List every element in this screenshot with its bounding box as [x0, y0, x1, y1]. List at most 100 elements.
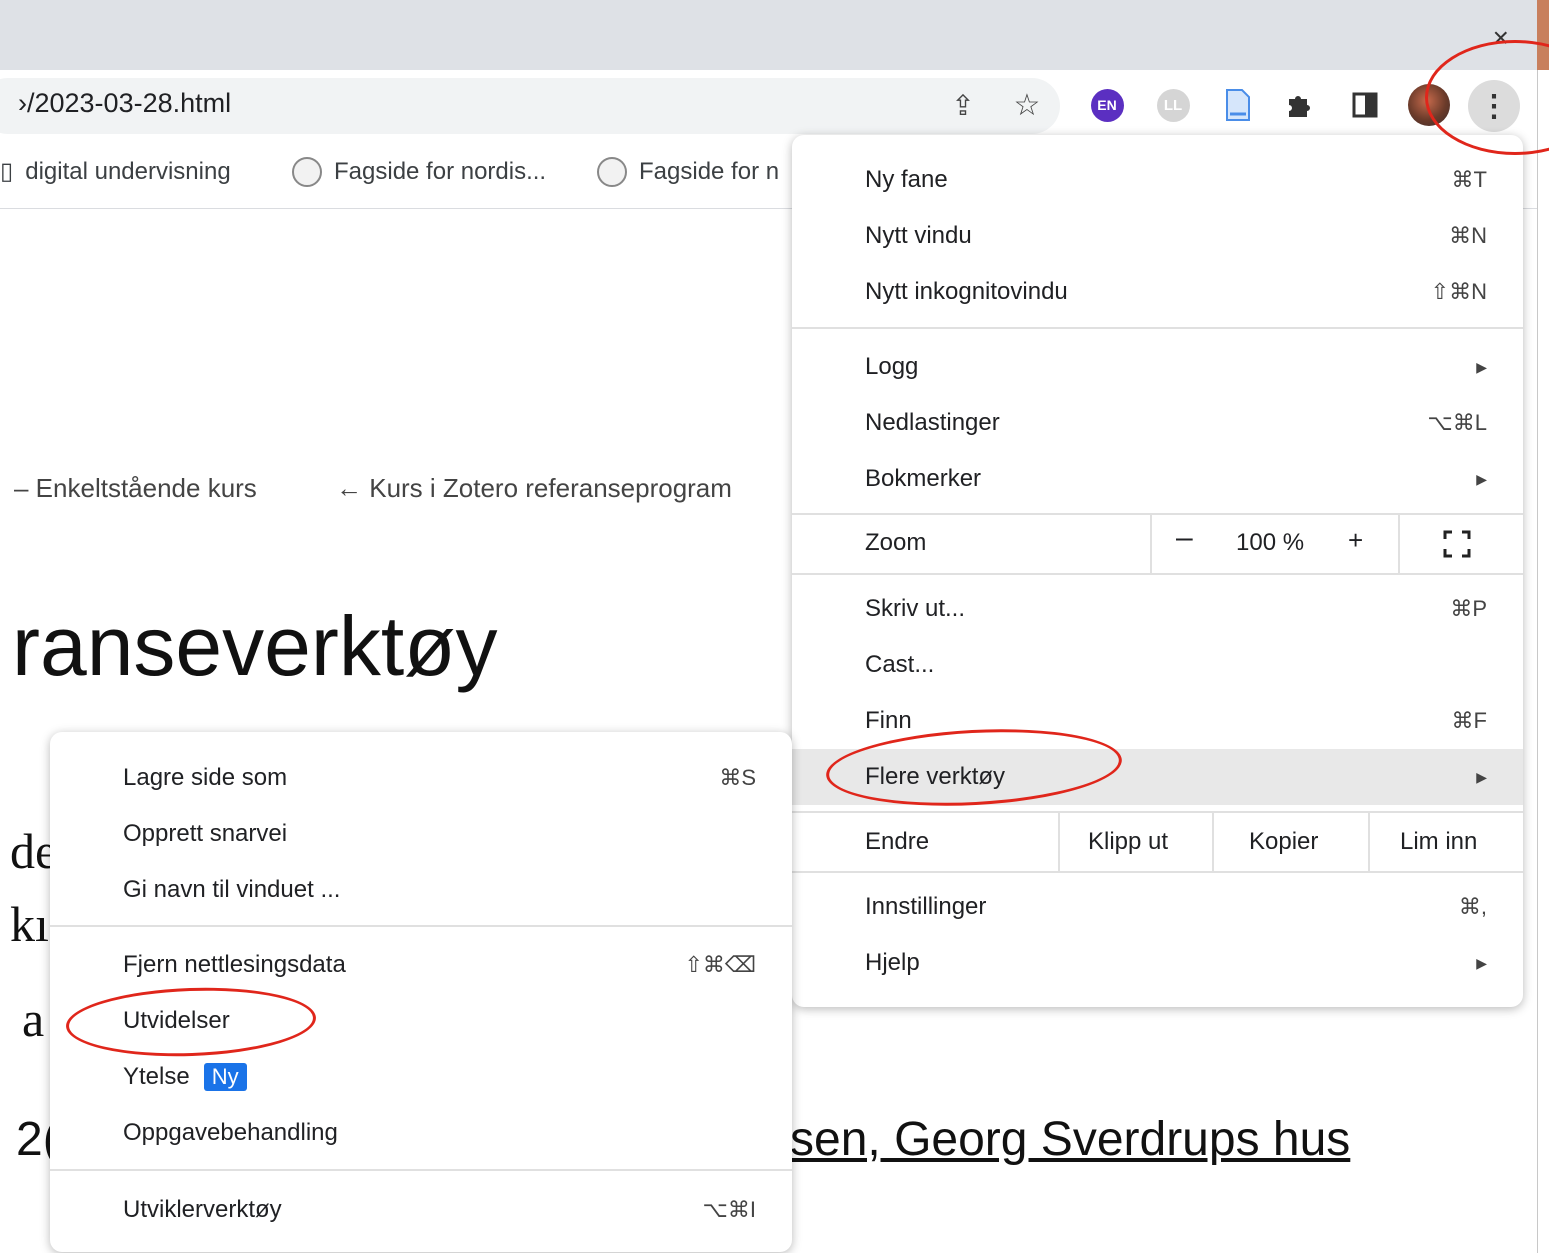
puzzle-icon[interactable] — [1280, 85, 1320, 125]
menu-item-create-shortcut[interactable]: Opprett snarvei — [50, 806, 792, 862]
menu-label: Nytt inkognitovindu — [865, 278, 1068, 305]
menu-label: Lagre side som — [123, 764, 288, 791]
menu-separator — [792, 871, 1523, 873]
chrome-main-menu: Ny fane ⌘T Nytt vindu ⌘N Nytt inkognitov… — [792, 135, 1523, 1007]
divider — [1150, 515, 1152, 573]
menu-item-clear-browsing-data[interactable]: Fjern nettlesingsdata ⇧⌘⌫ — [50, 937, 792, 993]
translate-extension-icon[interactable]: EN — [1087, 85, 1127, 125]
new-badge: Ny — [203, 1063, 247, 1091]
menu-item-name-window[interactable]: Gi navn til vinduet ... — [50, 862, 792, 918]
menu-shortcut: ⌘P — [1450, 596, 1487, 621]
body-text-fragment: kı — [10, 896, 49, 952]
menu-label: Nedlastinger — [865, 409, 1000, 436]
folder-icon: ▯ — [0, 158, 14, 185]
university-seal-icon — [597, 157, 627, 187]
submenu-arrow-icon: ▶ — [1476, 470, 1487, 487]
menu-separator — [792, 573, 1523, 575]
menu-separator — [50, 925, 792, 927]
menu-item-task-manager[interactable]: Oppgavebehandling — [50, 1105, 792, 1161]
menu-item-new-tab[interactable]: Ny fane ⌘T — [792, 152, 1523, 208]
menu-label: Utviklerverktøy — [123, 1196, 282, 1223]
zoom-out-button[interactable]: – — [1176, 521, 1193, 555]
menu-item-print[interactable]: Skriv ut... ⌘P — [792, 581, 1523, 637]
menu-label: Cast... — [865, 651, 935, 678]
menu-label: Ytelse — [123, 1063, 190, 1090]
fullscreen-icon[interactable] — [1442, 529, 1472, 559]
zoom-row: Zoom – 100 % + — [792, 515, 1523, 573]
menu-item-developer-tools[interactable]: Utviklerverktøy ⌥⌘I — [50, 1182, 792, 1238]
share-icon[interactable]: ⇪ — [943, 85, 983, 125]
menu-label: Hjelp — [865, 949, 920, 976]
menu-label: Innstillinger — [865, 893, 987, 920]
menu-label: Fjern nettlesingsdata — [123, 951, 346, 978]
menu-item-incognito[interactable]: Nytt inkognitovindu ⇧⌘N — [792, 264, 1523, 320]
cut-button[interactable]: Klipp ut — [1088, 828, 1168, 856]
menu-separator — [50, 1169, 792, 1171]
menu-shortcut: ⌘T — [1451, 167, 1487, 192]
menu-separator — [792, 327, 1523, 329]
window-edge — [1537, 0, 1549, 1253]
bookmark-label: digital undervisning — [25, 157, 231, 185]
breadcrumb-zotero-kurs[interactable]: ← Kurs i Zotero referanseprogram — [336, 473, 732, 504]
divider — [1212, 813, 1214, 871]
menu-label: Oppgavebehandling — [123, 1119, 338, 1146]
url-text[interactable]: ›/2023-03-28.html — [18, 88, 231, 119]
copy-button[interactable]: Kopier — [1249, 828, 1318, 856]
submenu-arrow-icon: ▶ — [1476, 954, 1487, 971]
edit-label: Endre — [865, 828, 930, 855]
submenu-arrow-icon: ▶ — [1476, 358, 1487, 375]
menu-item-save-page[interactable]: Lagre side som ⌘S — [50, 750, 792, 806]
menu-item-help[interactable]: Hjelp ▶ — [792, 935, 1523, 991]
menu-item-downloads[interactable]: Nedlastinger ⌥⌘L — [792, 395, 1523, 451]
location-link[interactable]: sen, Georg Sverdrups hus — [790, 1112, 1350, 1167]
tab-strip — [0, 0, 1549, 70]
body-text-fragment: a — [22, 991, 45, 1047]
menu-shortcut: ⌥⌘L — [1427, 410, 1487, 435]
menu-shortcut: ⌘S — [719, 765, 756, 790]
breadcrumb-enkeltstaende-kurs[interactable]: – Enkeltstående kurs — [14, 473, 257, 504]
bookmark-fagside-nordisk[interactable]: Fagside for nordis... — [292, 157, 546, 187]
menu-shortcut: ⇧⌘N — [1430, 279, 1487, 304]
menu-item-history[interactable]: Logg ▶ — [792, 339, 1523, 395]
divider — [1058, 813, 1060, 871]
bookmark-label: Fagside for n — [639, 158, 780, 185]
menu-label: Logg — [865, 353, 919, 380]
university-seal-icon — [292, 157, 322, 187]
menu-item-settings[interactable]: Innstillinger ⌘, — [792, 879, 1523, 935]
ll-extension-icon[interactable]: LL — [1153, 85, 1193, 125]
menu-shortcut: ⌘N — [1449, 223, 1487, 248]
menu-label: Ny fane — [865, 166, 948, 193]
ext-en-label: EN — [1090, 88, 1124, 122]
bookmark-label: Fagside for nordis... — [334, 158, 547, 185]
menu-label: Gi navn til vinduet ... — [123, 876, 341, 903]
menu-label: Finn — [865, 707, 912, 734]
menu-item-new-window[interactable]: Nytt vindu ⌘N — [792, 208, 1523, 264]
star-icon[interactable]: ☆ — [1007, 85, 1047, 125]
menu-item-performance[interactable]: Ytelse Ny — [50, 1049, 792, 1105]
menu-label: Bokmerker — [865, 465, 982, 492]
zoom-label: Zoom — [865, 529, 927, 556]
menu-shortcut: ⇧⌘⌫ — [684, 952, 756, 977]
divider — [1368, 813, 1370, 871]
bookmark-fagside[interactable]: Fagside for n — [597, 157, 779, 187]
side-panel-icon[interactable] — [1345, 85, 1385, 125]
divider — [1398, 515, 1400, 573]
edit-row: Endre Klipp ut Kopier Lim inn — [792, 813, 1523, 871]
ext-ll-label: LL — [1156, 88, 1190, 122]
menu-shortcut: ⌘F — [1451, 708, 1487, 733]
page-title: ranseverktøy — [12, 599, 498, 693]
bookmark-digital-undervisning[interactable]: ▯ digital undervisning — [0, 157, 231, 186]
paste-button[interactable]: Lim inn — [1400, 828, 1477, 856]
menu-label: Skriv ut... — [865, 595, 966, 622]
menu-label: Nytt vindu — [865, 222, 972, 249]
menu-shortcut: ⌘, — [1458, 894, 1487, 919]
menu-shortcut: ⌥⌘I — [702, 1197, 756, 1222]
menu-label: Opprett snarvei — [123, 820, 288, 847]
submenu-arrow-icon: ▶ — [1476, 768, 1487, 785]
menu-item-bookmarks[interactable]: Bokmerker ▶ — [792, 451, 1523, 507]
document-extension-icon[interactable] — [1218, 85, 1258, 125]
zoom-in-button[interactable]: + — [1348, 525, 1363, 556]
menu-label-with-badge: Ytelse Ny — [123, 1063, 247, 1091]
menu-item-cast[interactable]: Cast... — [792, 637, 1523, 693]
zoom-level: 100 % — [1236, 529, 1305, 556]
